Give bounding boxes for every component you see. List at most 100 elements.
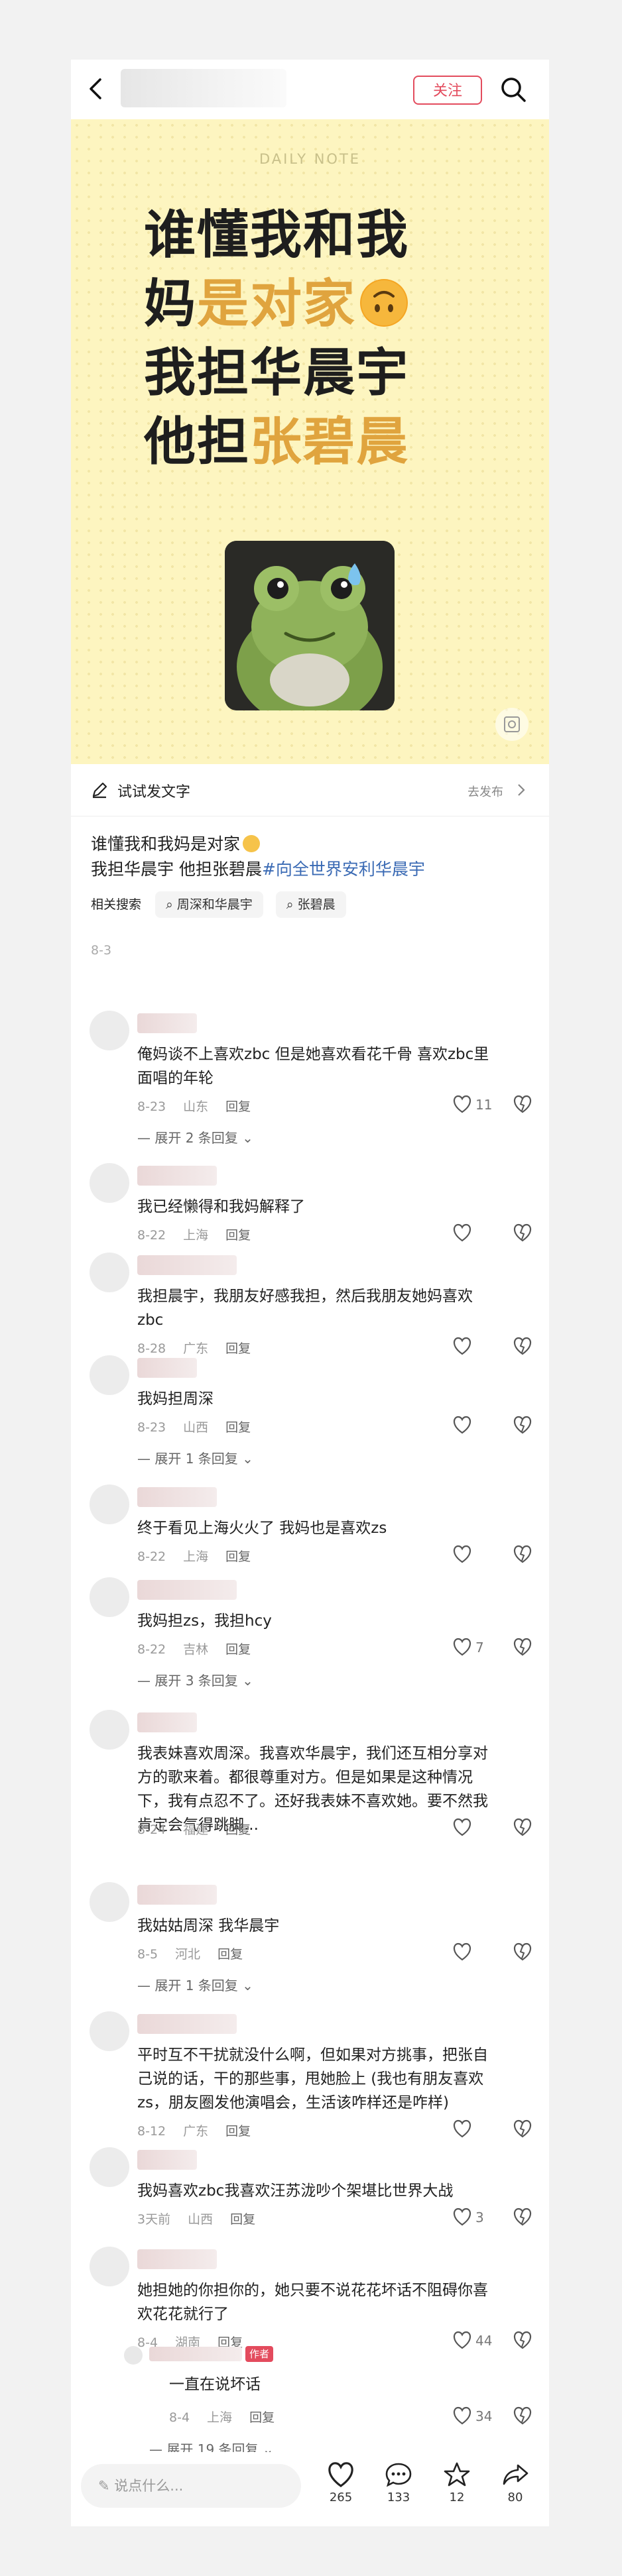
sub-reply-avatar[interactable]	[124, 2346, 143, 2365]
comment-text: 平时互不干扰就没什么啊，但如果对方挑事，把张自己说的话，干的那些事，甩她脸上 (…	[137, 2046, 488, 2111]
commenter-name[interactable]	[137, 1166, 217, 1186]
reply-button[interactable]: 回复	[225, 1099, 251, 1114]
share-count: 80	[507, 2491, 523, 2504]
like-heart-icon[interactable]	[452, 2208, 472, 2226]
back-arrow-icon[interactable]	[80, 73, 112, 105]
comment-input[interactable]: ✎ 说点什么...	[81, 2464, 301, 2508]
commenter-avatar[interactable]	[90, 2247, 129, 2286]
related-search-chip[interactable]: ⌕ 周深和华晨宇	[155, 891, 263, 918]
commenter-name[interactable]	[137, 1580, 237, 1600]
reply-button[interactable]: 回复	[225, 1642, 251, 1657]
reply-button[interactable]: 回复	[249, 2410, 275, 2425]
like-heart-icon[interactable]	[452, 1545, 472, 1563]
reply-button[interactable]: 回复	[225, 1420, 251, 1435]
star-button[interactable]: 12	[442, 2461, 477, 2504]
like-heart-icon[interactable]	[452, 1942, 472, 1961]
goto-publish-link[interactable]: 去发布	[467, 783, 503, 800]
commenter-avatar[interactable]	[90, 1355, 129, 1395]
note-cover-image[interactable]: DAILY NOTE 谁懂我和我 妈是对家 我担华晨宇 他担张碧晨	[71, 119, 549, 764]
commenter-avatar[interactable]	[90, 2011, 129, 2051]
comment-count: 133	[387, 2491, 410, 2504]
like-heart-icon[interactable]	[452, 1638, 472, 1656]
comment-meta: 8-22 吉林 回复	[137, 1642, 251, 1657]
commenter-avatar[interactable]	[90, 1163, 129, 1203]
daily-note-label: DAILY NOTE	[259, 151, 361, 167]
commenter-name[interactable]	[137, 1712, 197, 1732]
like-heart-icon[interactable]	[452, 1818, 472, 1836]
dislike-heart-icon[interactable]	[513, 1545, 532, 1563]
commenter-avatar[interactable]	[90, 1011, 129, 1050]
dislike-heart-icon[interactable]	[513, 1416, 532, 1434]
commenter-name[interactable]	[137, 1885, 217, 1905]
expand-replies-link[interactable]: — 展开 1 条回复 ⌄	[137, 1975, 253, 1994]
reply-button[interactable]: 回复	[218, 1947, 243, 1962]
commenter-name[interactable]	[137, 2249, 217, 2269]
commenter-name[interactable]	[137, 1358, 197, 1378]
cover-line-1: 谁懂我和我	[144, 205, 410, 265]
frog-sticker-image	[225, 541, 395, 710]
comment-meta: 8-12 广东 回复	[137, 2124, 251, 2139]
comment-text: 我已经懒得和我妈解释了	[137, 1198, 305, 1215]
commenter-name[interactable]	[137, 2014, 237, 2034]
commenter-avatar[interactable]	[90, 1710, 129, 1750]
comment-like-count: 44	[475, 2333, 493, 2349]
try-write-row[interactable]: 试试发文字 去发布	[71, 764, 549, 816]
comment-meta: 8-22 上海 回复	[137, 1549, 251, 1564]
commenter-name[interactable]	[137, 1013, 197, 1033]
reply-button[interactable]: 回复	[225, 1228, 251, 1243]
sub-reply-like-count: 34	[475, 2408, 493, 2424]
reply-button[interactable]: 回复	[225, 1822, 251, 1837]
comment-text: 我妈担周深	[137, 1390, 214, 1408]
like-heart-icon[interactable]	[452, 1416, 472, 1434]
dislike-heart-icon[interactable]	[513, 2331, 532, 2349]
sub-reply-meta: 8-4 上海 回复	[169, 2410, 275, 2425]
dislike-heart-icon[interactable]	[513, 1818, 532, 1836]
dislike-heart-icon[interactable]	[513, 2406, 532, 2425]
post-line-2: 我担华晨宇 他担张碧晨	[91, 860, 262, 879]
comment-text: 我妈担zs，我担hcy	[137, 1612, 272, 1630]
author-avatar-and-name[interactable]	[121, 69, 286, 107]
commenter-avatar[interactable]	[90, 2147, 129, 2187]
expand-replies-link[interactable]: — 展开 1 条回复 ⌄	[137, 1448, 253, 1467]
expand-replies-link[interactable]: — 展开 3 条回复 ⌄	[137, 1670, 253, 1689]
commenter-name[interactable]	[137, 1255, 237, 1275]
like-heart-icon[interactable]	[452, 1095, 472, 1113]
search-icon[interactable]	[497, 73, 530, 106]
comment-text: 终于看见上海火火了 我妈也是喜欢zs	[137, 1520, 387, 1537]
like-heart-icon[interactable]	[452, 2331, 472, 2349]
commenter-avatar[interactable]	[90, 1577, 129, 1617]
related-search-chip[interactable]: ⌕ 张碧晨	[275, 891, 346, 918]
sub-reply-text: 一直在说坏话	[169, 2376, 261, 2393]
reply-button[interactable]: 回复	[225, 1549, 251, 1564]
expand-replies-link[interactable]: — 展开 2 条回复 ⌄	[137, 1127, 253, 1147]
commenter-name[interactable]	[137, 1487, 217, 1507]
dislike-heart-icon[interactable]	[513, 1223, 532, 1242]
post-hashtag[interactable]: #向全世界安利华晨宇	[262, 860, 425, 879]
comment-button[interactable]: 133	[384, 2461, 418, 2504]
like-heart-icon[interactable]	[452, 1337, 472, 1355]
sub-reply-author-name[interactable]	[149, 2347, 242, 2361]
dislike-heart-icon[interactable]	[513, 2119, 532, 2138]
like-heart-icon[interactable]	[452, 2119, 472, 2138]
commenter-avatar[interactable]	[90, 1484, 129, 1524]
like-heart-icon[interactable]	[452, 2406, 472, 2425]
chevron-right-icon	[517, 783, 526, 800]
commenter-name[interactable]	[137, 2150, 197, 2170]
comment-text: 她担她的你担你的，她只要不说花花坏话不阻碍你喜欢花花就行了	[137, 2282, 488, 2323]
image-search-icon[interactable]	[495, 708, 529, 741]
dislike-heart-icon[interactable]	[513, 1095, 532, 1113]
like-button[interactable]: 265	[326, 2461, 361, 2504]
commenter-avatar[interactable]	[90, 1253, 129, 1292]
like-heart-icon[interactable]	[452, 1223, 472, 1242]
dislike-heart-icon[interactable]	[513, 1337, 532, 1355]
post-line-1: 谁懂我和我妈是对家	[91, 834, 241, 854]
dislike-heart-icon[interactable]	[513, 1942, 532, 1961]
reply-button[interactable]: 回复	[225, 2124, 251, 2139]
share-button[interactable]: 80	[501, 2461, 535, 2504]
reply-button[interactable]: 回复	[225, 1341, 251, 1356]
dislike-heart-icon[interactable]	[513, 2208, 532, 2226]
follow-button[interactable]: 关注	[413, 76, 482, 105]
commenter-avatar[interactable]	[90, 1882, 129, 1922]
dislike-heart-icon[interactable]	[513, 1638, 532, 1656]
reply-button[interactable]: 回复	[230, 2212, 255, 2227]
